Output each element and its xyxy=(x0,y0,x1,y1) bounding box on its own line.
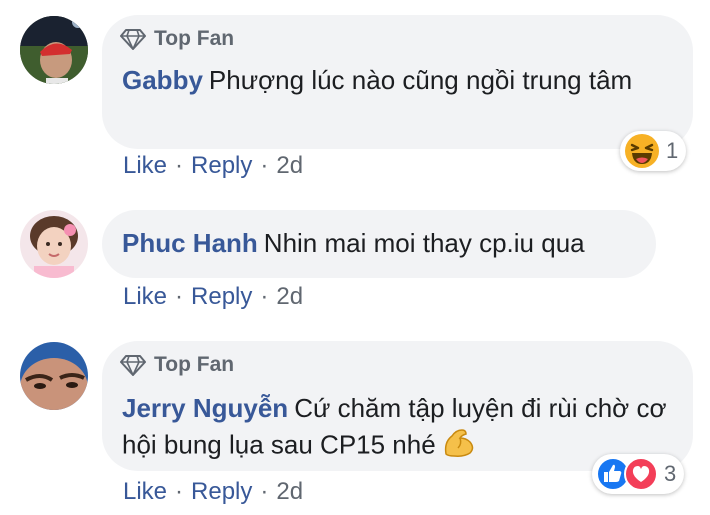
top-fan-badge: Top Fan xyxy=(120,353,234,377)
comment-bubble: Top Fan Jerry Nguyễn Cứ chăm tập luyện đi… xyxy=(102,341,693,471)
badge-label: Top Fan xyxy=(154,27,235,50)
comment-thread: Top Fan Gabby Phượng lúc nào cũng ngồi tr… xyxy=(0,0,710,515)
separator: · xyxy=(175,283,184,310)
reply-link[interactable]: Reply xyxy=(191,152,252,179)
separator: · xyxy=(260,283,269,310)
reply-link[interactable]: Reply xyxy=(191,283,252,310)
author-name[interactable]: Phuc Hanh xyxy=(122,228,258,258)
reactions-summary[interactable]: 3 xyxy=(592,454,685,494)
avatar[interactable] xyxy=(20,210,88,278)
love-reaction-icon xyxy=(624,457,658,491)
diamond-icon xyxy=(120,29,146,50)
comment-bubble: Top Fan Gabby Phượng lúc nào cũng ngồi tr… xyxy=(102,15,693,149)
comment-actions: Like · Reply · 2d xyxy=(123,152,303,180)
like-link[interactable]: Like xyxy=(123,478,167,505)
comment-actions: Like · Reply · 2d xyxy=(123,283,303,311)
timestamp[interactable]: 2d xyxy=(276,283,303,310)
reaction-count: 3 xyxy=(664,461,677,486)
comment-actions: Like · Reply · 2d xyxy=(123,478,303,506)
timestamp[interactable]: 2d xyxy=(276,478,303,505)
reply-link[interactable]: Reply xyxy=(191,478,252,505)
separator: · xyxy=(260,152,269,179)
top-fan-badge: Top Fan xyxy=(120,27,234,51)
separator: · xyxy=(175,152,184,179)
like-link[interactable]: Like xyxy=(123,152,167,179)
comment-body: Gabby Phượng lúc nào cũng ngồi trung tâm xyxy=(122,63,671,98)
comment-body: Phuc Hanh Nhin mai moi thay cp.iu qua xyxy=(122,226,634,261)
reaction-count: 1 xyxy=(666,138,679,163)
comment-body: Jerry Nguyễn Cứ chăm tập luyện đi rùi chờ… xyxy=(122,391,671,467)
avatar[interactable] xyxy=(20,342,88,410)
avatar[interactable] xyxy=(20,16,88,84)
separator: · xyxy=(260,478,269,505)
diamond-icon xyxy=(120,355,146,376)
reactions-summary[interactable]: 1 xyxy=(620,131,687,171)
author-name[interactable]: Jerry Nguyễn xyxy=(122,393,288,423)
laughing-emoji-icon xyxy=(625,134,659,168)
like-link[interactable]: Like xyxy=(123,283,167,310)
comment-text: Nhin mai moi thay cp.iu qua xyxy=(263,228,585,258)
comment-text: Phượng lúc nào cũng ngồi trung tâm xyxy=(208,65,633,95)
author-name[interactable]: Gabby xyxy=(122,65,203,95)
flexed-biceps-icon xyxy=(442,426,476,467)
timestamp[interactable]: 2d xyxy=(276,152,303,179)
badge-label: Top Fan xyxy=(154,353,235,376)
separator: · xyxy=(175,478,184,505)
comment-bubble: Phuc Hanh Nhin mai moi thay cp.iu qua xyxy=(102,210,656,278)
